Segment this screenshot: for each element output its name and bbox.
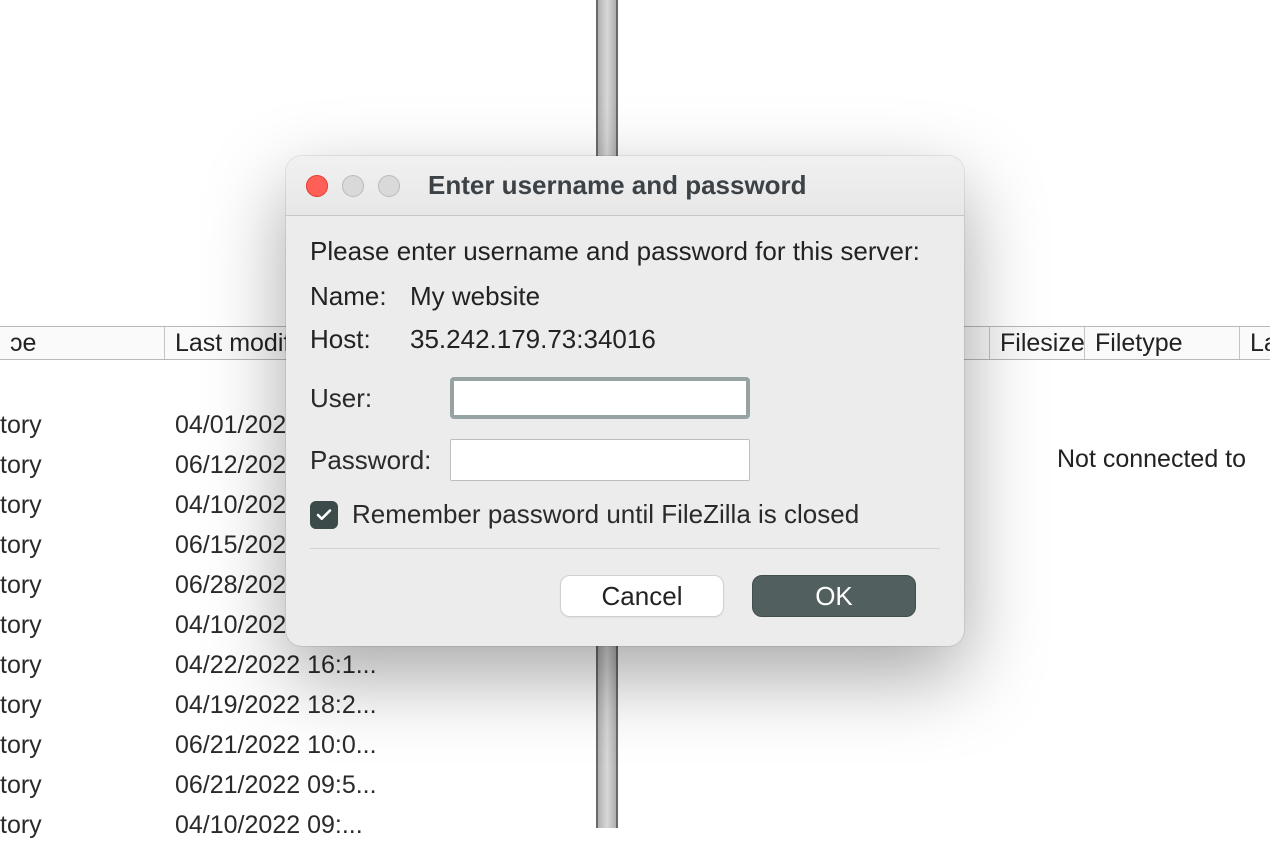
list-item[interactable]: tory06/21/2022 09:5... (0, 765, 596, 805)
close-icon[interactable] (306, 175, 328, 197)
ok-button[interactable]: OK (752, 575, 916, 617)
remember-password-label: Remember password until FileZilla is clo… (352, 499, 859, 530)
file-date-cell: 04/19/2022 18:2... (175, 691, 525, 720)
remote-not-connected-message: Not connected to (1057, 445, 1246, 474)
file-type-cell: tory (0, 531, 175, 560)
file-type-cell: tory (0, 491, 175, 520)
column-header-last-modified-right[interactable]: La (1240, 327, 1270, 359)
list-item[interactable]: tory04/10/2022 09:... (0, 805, 596, 845)
dialog-title: Enter username and password (428, 170, 807, 201)
file-type-cell: tory (0, 611, 175, 640)
file-date-cell: 06/21/2022 10:0... (175, 731, 525, 760)
list-item[interactable]: tory04/22/2022 16:1... (0, 645, 596, 685)
list-item[interactable]: tory06/21/2022 10:0... (0, 725, 596, 765)
file-date-cell: 06/21/2022 09:5... (175, 771, 525, 800)
host-label: Host: (310, 324, 410, 355)
column-header-last-modified-label: Last modifi (175, 329, 296, 358)
remember-password-checkbox[interactable] (310, 501, 338, 529)
file-type-cell: tory (0, 811, 175, 840)
list-item[interactable]: tory04/19/2022 18:2... (0, 685, 596, 725)
column-header-filetype-label: ɔe (10, 329, 36, 358)
file-date-cell: 04/22/2022 16:1... (175, 651, 525, 680)
maximize-icon (378, 175, 400, 197)
name-label: Name: (310, 281, 410, 312)
file-date-cell: 04/10/2022 09:... (175, 811, 525, 840)
file-type-cell: tory (0, 691, 175, 720)
password-label: Password: (310, 445, 450, 476)
column-header-last-label: La (1250, 329, 1270, 358)
column-header-filesize[interactable]: Filesize (990, 327, 1085, 359)
dialog-body: Please enter username and password for t… (286, 216, 964, 641)
file-type-cell: tory (0, 771, 175, 800)
dialog-prompt: Please enter username and password for t… (310, 236, 940, 267)
server-info: Name: My website Host: 35.242.179.73:340… (310, 281, 940, 355)
minimize-icon (342, 175, 364, 197)
host-value: 35.242.179.73:34016 (410, 324, 940, 355)
column-header-filetype[interactable]: ɔe (0, 327, 165, 359)
dialog-button-row: Cancel OK (310, 575, 940, 641)
user-input[interactable] (450, 377, 750, 419)
column-header-filetype[interactable]: Filetype (1085, 327, 1240, 359)
file-type-cell: tory (0, 651, 175, 680)
user-label: User: (310, 383, 450, 414)
column-header-filetype-label: Filetype (1095, 329, 1183, 358)
name-value: My website (410, 281, 940, 312)
login-dialog: Enter username and password Please enter… (286, 156, 964, 646)
ok-button-label: OK (815, 581, 853, 612)
cancel-button-label: Cancel (602, 581, 683, 612)
file-type-cell: tory (0, 451, 175, 480)
column-header-filesize-label: Filesize (1000, 329, 1085, 358)
file-type-cell: tory (0, 411, 175, 440)
check-icon (315, 506, 333, 524)
password-input[interactable] (450, 439, 750, 481)
file-type-cell: tory (0, 731, 175, 760)
cancel-button[interactable]: Cancel (560, 575, 724, 617)
remember-password-row[interactable]: Remember password until FileZilla is clo… (310, 499, 940, 549)
credential-form: User: Password: (310, 377, 940, 481)
file-type-cell: tory (0, 571, 175, 600)
dialog-titlebar[interactable]: Enter username and password (286, 156, 964, 216)
window-controls (306, 175, 400, 197)
